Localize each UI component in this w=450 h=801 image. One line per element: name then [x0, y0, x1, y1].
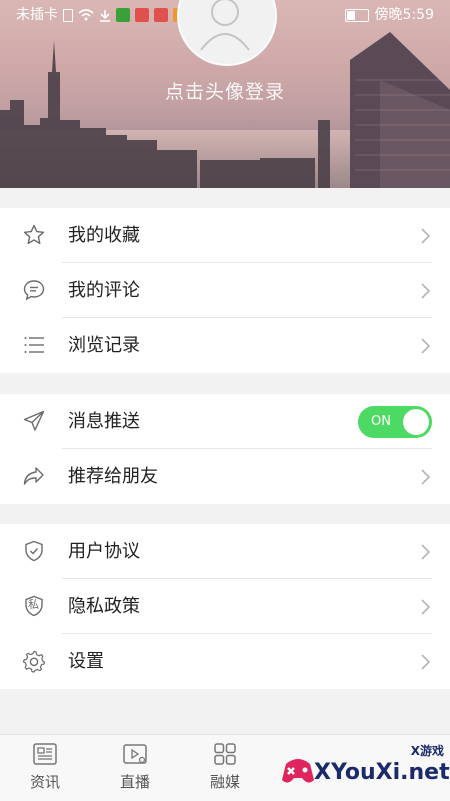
menu-item-comments[interactable]: 我的评论: [0, 263, 450, 318]
watermark-brand: XYouXi.net: [314, 760, 450, 785]
share-icon: [23, 467, 44, 485]
menu-item-push-notifications: 消息推送 ON: [0, 394, 450, 449]
app-notification-icon: [116, 8, 130, 22]
clock-text: 傍晚5:59: [374, 7, 434, 23]
chevron-right-icon: [421, 338, 431, 354]
app-notification-icon: [135, 8, 149, 22]
star-icon: [23, 224, 45, 245]
comment-icon: [23, 280, 45, 301]
live-icon: [123, 744, 147, 764]
profile-header: 未插卡 ··· 傍晚5:59 点击头像登录: [0, 0, 450, 188]
nav-tab-media[interactable]: 融媒: [195, 741, 255, 792]
chevron-right-icon: [421, 228, 431, 244]
menu-group-notifications: 消息推送 ON 推荐给朋友: [0, 394, 450, 504]
menu-item-settings[interactable]: 设置: [0, 634, 450, 689]
gear-icon: [22, 650, 46, 673]
news-icon: [33, 743, 57, 765]
gamepad-logo-icon: [282, 759, 314, 783]
nav-tab-label: 直播: [119, 773, 150, 791]
menu-group-settings: 用户协议 私 隐私政策 设置: [0, 524, 450, 689]
menu-item-label: 推荐给朋友: [68, 466, 158, 487]
menu-item-user-agreement[interactable]: 用户协议: [0, 524, 450, 579]
menu-item-privacy-policy[interactable]: 私 隐私政策: [0, 579, 450, 634]
chevron-right-icon: [421, 544, 431, 560]
menu-item-label: 消息推送: [68, 411, 140, 432]
grid-icon: [214, 743, 236, 765]
login-prompt[interactable]: 点击头像登录: [0, 77, 450, 104]
app-notification-icon: [154, 8, 168, 22]
menu-item-label: 我的收藏: [68, 225, 140, 246]
download-icon: [100, 9, 110, 22]
menu-group-personal: 我的收藏 我的评论 浏览记录: [0, 208, 450, 373]
menu-item-label: 我的评论: [68, 280, 140, 301]
wifi-icon: [78, 9, 94, 21]
avatar[interactable]: [177, 0, 277, 66]
chevron-right-icon: [421, 469, 431, 485]
sim-icon: [63, 8, 73, 22]
nav-tab-live[interactable]: 直播: [105, 741, 165, 792]
send-icon: [23, 410, 45, 431]
nav-tab-label: 融媒: [209, 773, 240, 791]
toggle-knob: [403, 409, 429, 435]
toggle-state-text: ON: [371, 414, 391, 429]
nav-tab-news[interactable]: 资讯: [15, 741, 75, 792]
chevron-right-icon: [421, 283, 431, 299]
menu-item-label: 用户协议: [68, 541, 140, 562]
chevron-right-icon: [421, 599, 431, 615]
carrier-text: 未插卡: [16, 7, 58, 23]
site-watermark: X游戏 XYouXi.net: [278, 742, 450, 800]
list-icon: [24, 337, 44, 353]
menu-item-share-friends[interactable]: 推荐给朋友: [0, 449, 450, 504]
menu-item-label: 隐私政策: [68, 596, 140, 617]
battery-icon: [344, 8, 369, 22]
push-notification-toggle[interactable]: ON: [358, 406, 432, 438]
nav-tab-label: 资讯: [29, 773, 60, 791]
menu-item-label: 浏览记录: [68, 335, 140, 356]
watermark-small-text: X游戏: [410, 744, 444, 758]
shield-check-icon: [25, 540, 43, 562]
default-avatar-icon: [200, 0, 250, 51]
menu-item-favorites[interactable]: 我的收藏: [0, 208, 450, 263]
menu-item-history[interactable]: 浏览记录: [0, 318, 450, 373]
menu-item-label: 设置: [68, 651, 104, 672]
privacy-icon-glyph: 私: [28, 598, 39, 611]
chevron-right-icon: [421, 654, 431, 670]
